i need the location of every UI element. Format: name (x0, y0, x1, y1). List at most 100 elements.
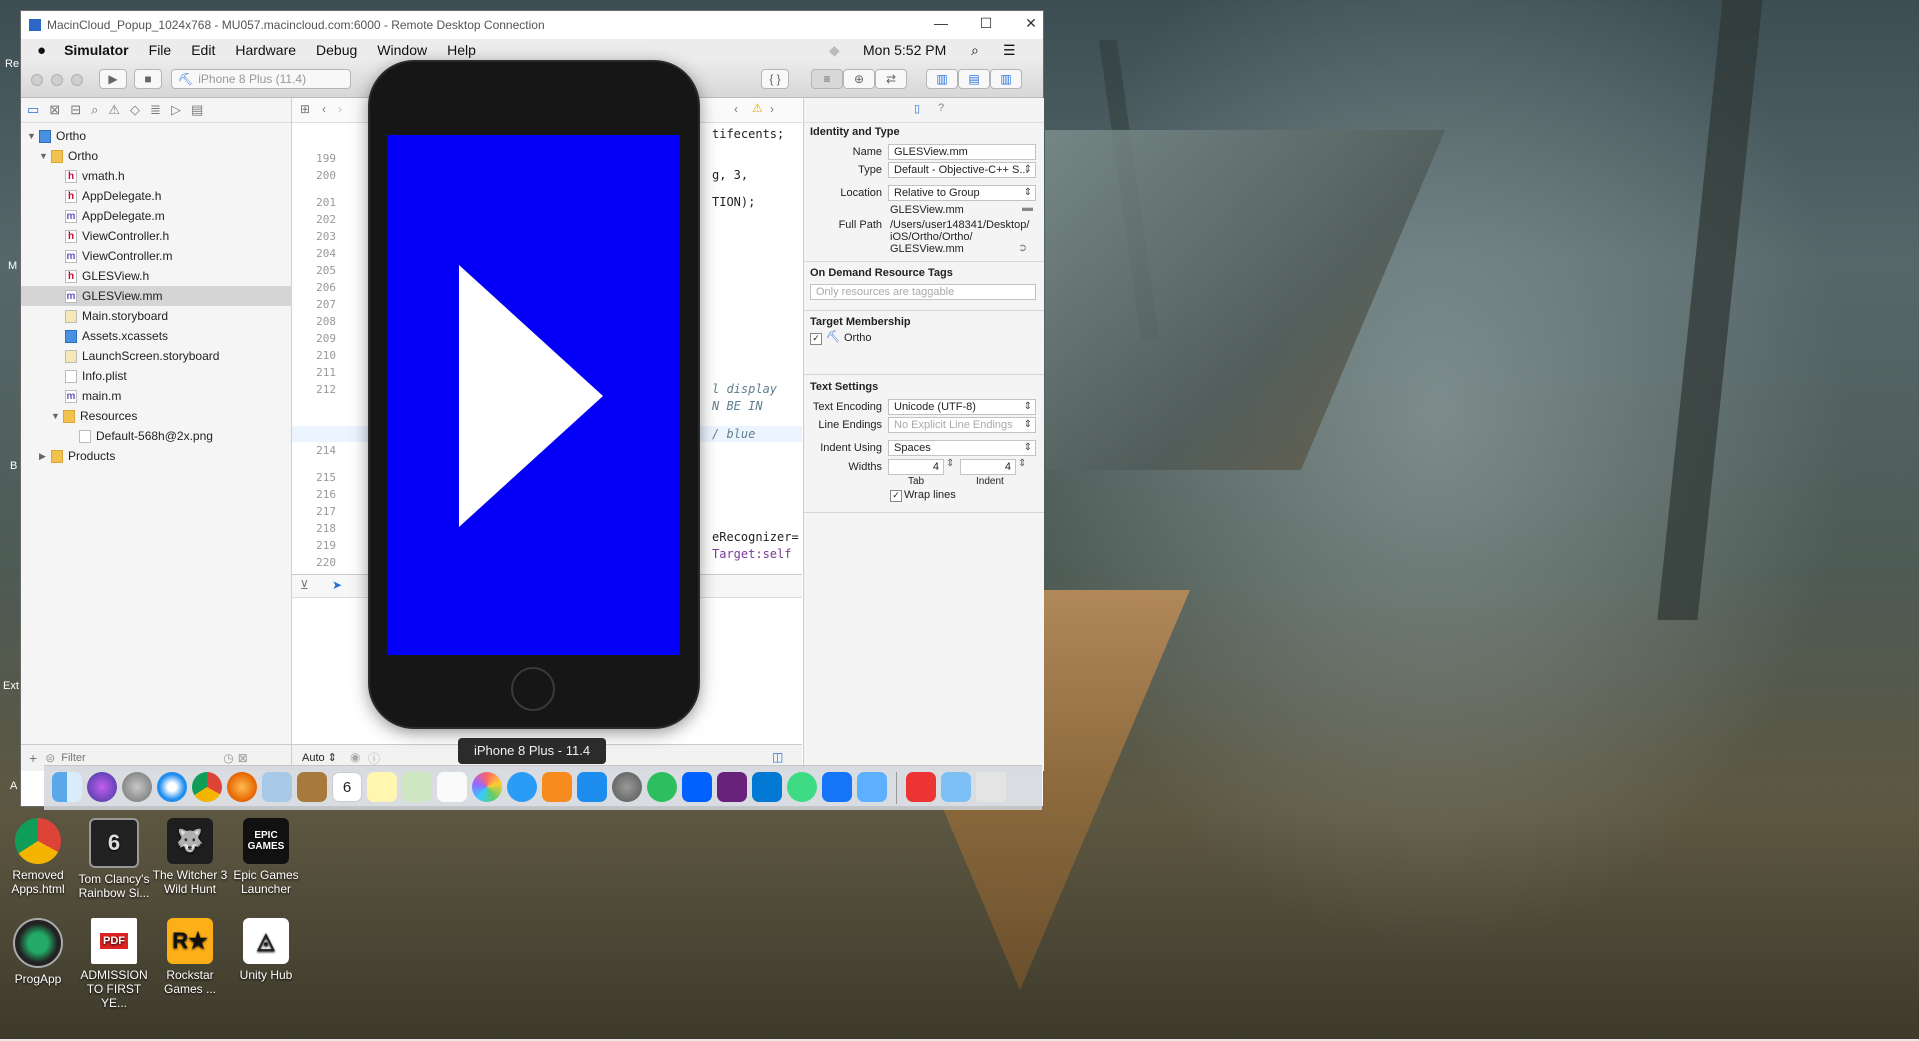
encoding-popup[interactable]: Unicode (UTF-8) (888, 399, 1036, 415)
report-navigator-icon[interactable]: ▤ (191, 102, 203, 118)
quick-help-icon[interactable]: ? (938, 102, 944, 114)
target-checkbox[interactable]: ✓ (810, 333, 822, 345)
notes-book-icon[interactable] (297, 772, 327, 802)
console-split-icon[interactable]: ◫ (772, 750, 783, 764)
simulator-screen[interactable] (387, 135, 680, 655)
toggle-debug-area-button[interactable]: ▤ (958, 69, 990, 89)
assistant-editor-button[interactable]: ⊕ (843, 69, 875, 89)
menubar-clock[interactable]: Mon 5:52 PM (863, 42, 946, 58)
menu-app-name[interactable]: Simulator (64, 42, 129, 58)
finder-icon[interactable] (52, 772, 82, 802)
notification-center-icon[interactable]: ☰ (1003, 42, 1016, 59)
menu-hardware[interactable]: Hardware (235, 42, 296, 58)
menu-edit[interactable]: Edit (191, 42, 215, 58)
photos-icon[interactable] (472, 772, 502, 802)
tab-width-field[interactable]: 4 (888, 459, 944, 475)
tree-item-file-selected[interactable]: m GLESView.mm (21, 286, 335, 306)
menu-debug[interactable]: Debug (316, 42, 357, 58)
line-endings-popup[interactable]: No Explicit Line Endings (888, 417, 1036, 433)
preview-icon[interactable] (262, 772, 292, 802)
recent-files-icon[interactable]: ◷ (223, 751, 233, 765)
visual-studio-icon[interactable] (717, 772, 747, 802)
app-store-icon[interactable] (577, 772, 607, 802)
version-editor-button[interactable]: ⇄ (875, 69, 907, 89)
breakpoint-navigator-icon[interactable]: ▷ (171, 102, 181, 118)
standard-editor-button[interactable]: ≡ (811, 69, 843, 89)
tree-item-file[interactable]: m AppDelegate.m (21, 206, 335, 226)
scheme-selector[interactable]: ⛏ iPhone 8 Plus (11.4) (171, 69, 351, 89)
minimize-button[interactable]: — (926, 15, 956, 31)
reveal-in-finder-icon[interactable]: ➲ (1018, 241, 1027, 254)
launchpad-icon[interactable] (122, 772, 152, 802)
menu-help[interactable]: Help (447, 42, 476, 58)
window-zoom-light[interactable] (71, 74, 83, 86)
wifi-icon[interactable]: ◆ (829, 42, 840, 59)
menu-file[interactable]: File (149, 42, 172, 58)
tree-item-file[interactable]: LaunchScreen.storyboard (21, 346, 335, 366)
xcode-dock-icon[interactable] (822, 772, 852, 802)
library-button[interactable]: { } (761, 69, 789, 89)
system-preferences-icon[interactable] (612, 772, 642, 802)
tree-item-file[interactable]: h ViewController.h (21, 226, 335, 246)
vscode-icon[interactable] (752, 772, 782, 802)
tree-item-file[interactable]: Info.plist (21, 366, 335, 386)
messages-icon[interactable] (507, 772, 537, 802)
wrap-lines-checkbox[interactable]: ✓ (890, 490, 902, 502)
hide-debug-area-icon[interactable]: ⊻ (300, 578, 309, 592)
safari-icon[interactable] (157, 772, 187, 802)
dropbox-icon[interactable] (682, 772, 712, 802)
toggle-inspector-button[interactable]: ▥ (990, 69, 1022, 89)
ibooks-icon[interactable] (542, 772, 572, 802)
breakpoints-toggle-icon[interactable]: ➤ (332, 578, 342, 592)
evernote-icon[interactable] (647, 772, 677, 802)
menu-window[interactable]: Window (377, 42, 427, 58)
debug-navigator-icon[interactable]: ≣ (150, 102, 161, 118)
related-items-icon[interactable]: ⊞ (300, 102, 310, 116)
tree-item-file[interactable]: m ViewController.m (21, 246, 335, 266)
desktop-icon-unity-hub[interactable]: ◬ Unity Hub (226, 918, 306, 982)
navigator-filter-input[interactable] (59, 751, 224, 765)
run-button[interactable]: ▶ (99, 69, 127, 89)
firefox-icon[interactable] (227, 772, 257, 802)
forward-icon[interactable]: › (338, 102, 342, 116)
issue-navigator-icon[interactable]: ⚠ (108, 102, 120, 118)
calendar-icon[interactable]: 6 (332, 772, 362, 802)
tree-item-file[interactable]: Main.storyboard (21, 306, 335, 326)
quicklook-icon[interactable]: ◉ (350, 750, 360, 764)
tree-item-file[interactable]: h vmath.h (21, 166, 335, 186)
name-field[interactable]: GLESView.mm (888, 144, 1036, 160)
scm-filter-icon[interactable]: ⊠ (238, 751, 248, 765)
indent-width-stepper[interactable]: ⇕ (1018, 458, 1026, 469)
type-popup[interactable]: Default - Objective-C++ S... (888, 162, 1036, 178)
siri-icon[interactable] (87, 772, 117, 802)
window-minimize-light[interactable] (51, 74, 63, 86)
tree-item-folder[interactable]: ▼ Resources (21, 406, 321, 426)
android-studio-icon[interactable] (787, 772, 817, 802)
warning-icon[interactable]: ⚠ (752, 101, 763, 115)
prev-issue-icon[interactable]: ‹ (734, 102, 738, 116)
desktop-icon-chrome[interactable]: Removed Apps.html (0, 818, 78, 896)
find-navigator-icon[interactable]: ⌕ (91, 102, 98, 118)
toggle-navigator-button[interactable]: ▥ (926, 69, 958, 89)
tree-item-file[interactable]: h AppDelegate.h (21, 186, 335, 206)
tree-item-folder[interactable]: ▼ Ortho (21, 146, 309, 166)
spotlight-icon[interactable]: ⌕ (971, 42, 979, 59)
news-icon[interactable] (906, 772, 936, 802)
chrome-icon[interactable] (192, 772, 222, 802)
desktop-icon-witcher[interactable]: 🐺 The Witcher 3 Wild Hunt (150, 818, 230, 896)
add-file-icon[interactable]: + (29, 750, 37, 766)
source-control-icon[interactable]: ⊠ (49, 102, 60, 118)
indent-using-popup[interactable]: Spaces (888, 440, 1036, 456)
window-close-light[interactable] (31, 74, 43, 86)
tree-item-file[interactable]: m main.m (21, 386, 335, 406)
location-popup[interactable]: Relative to Group (888, 185, 1036, 201)
maps-icon[interactable] (402, 772, 432, 802)
tree-item-folder[interactable]: ▶ Products (21, 446, 309, 466)
file-inspector-icon[interactable]: ▯ (914, 102, 920, 115)
tab-width-stepper[interactable]: ⇕ (946, 458, 954, 469)
home-button[interactable] (511, 667, 555, 711)
maximize-button[interactable]: ☐ (971, 15, 1001, 32)
reminders-icon[interactable] (437, 772, 467, 802)
desktop-icon-epic-games[interactable]: EPIC GAMES Epic Games Launcher (226, 818, 306, 896)
desktop-icon-progapp[interactable]: ProgApp (0, 918, 78, 986)
